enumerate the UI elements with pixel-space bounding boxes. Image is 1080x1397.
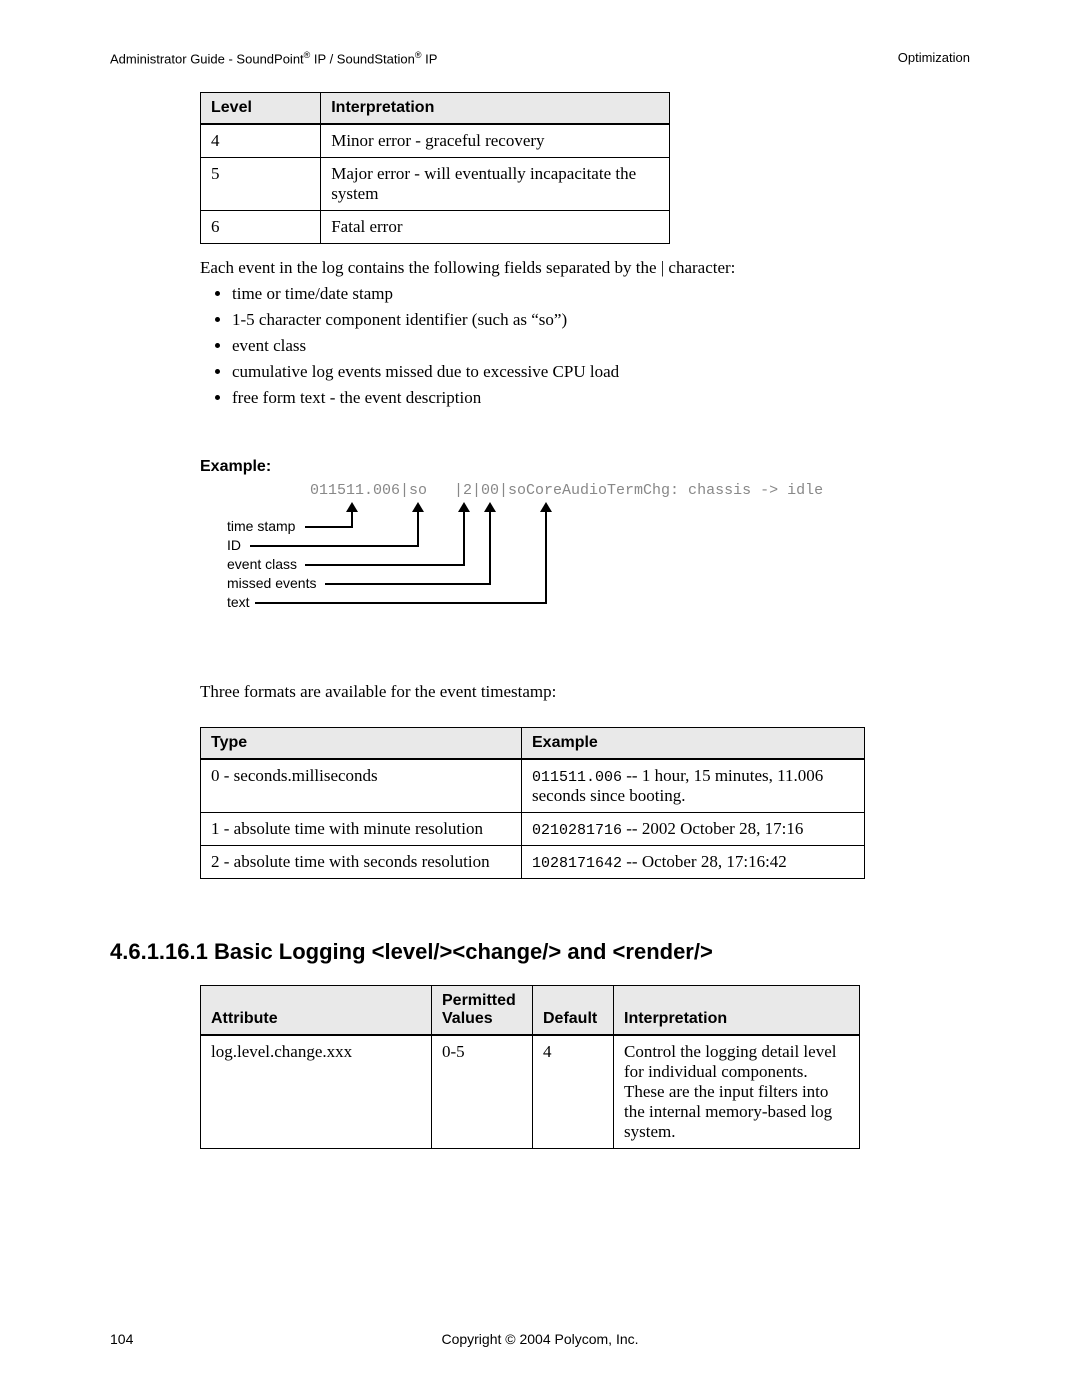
registered-mark-icon: ® — [415, 50, 422, 60]
table-row: 4 Minor error - graceful recovery — [201, 124, 670, 158]
table-header-default: Default — [533, 986, 614, 1036]
content-block-1: Level Interpretation 4 Minor error - gra… — [200, 92, 970, 408]
example-diagram: 011511.006|so |2|00|soCoreAudioTermChg: … — [200, 482, 970, 632]
table-cell: 0-5 — [432, 1035, 533, 1149]
diagram-line — [351, 512, 353, 527]
paragraph-formats: Three formats are available for the even… — [200, 682, 970, 702]
table-row: 2 - absolute time with seconds resolutio… — [201, 846, 865, 879]
arrow-up-icon — [412, 502, 424, 512]
table-cell: Minor error - graceful recovery — [321, 124, 670, 158]
list-item: time or time/date stamp — [232, 284, 970, 304]
table-row: log.level.change.xxx 0-5 4 Control the l… — [201, 1035, 860, 1149]
content-block-2: Three formats are available for the even… — [200, 682, 970, 879]
levels-table: Level Interpretation 4 Minor error - gra… — [200, 92, 670, 244]
example-block: Example: 011511.006|so |2|00|soCoreAudio… — [200, 458, 970, 632]
list-item: event class — [232, 336, 970, 356]
table-cell: 0 - seconds.milliseconds — [201, 759, 522, 813]
diagram-line — [463, 512, 465, 565]
example-code-line: 011511.006|so |2|00|soCoreAudioTermChg: … — [310, 482, 823, 499]
table-cell: 5 — [201, 158, 321, 211]
diagram-label-eventclass: event class — [227, 556, 297, 572]
table-row: 5 Major error - will eventually incapaci… — [201, 158, 670, 211]
table-row: 6 Fatal error — [201, 211, 670, 244]
list-item: free form text - the event description — [232, 388, 970, 408]
table-cell: 6 — [201, 211, 321, 244]
footer-copyright: Copyright © 2004 Polycom, Inc. — [110, 1331, 970, 1347]
code-text: 0210281716 — [532, 822, 622, 839]
attributes-table: Attribute Permitted Values Default Inter… — [200, 985, 860, 1149]
timestamp-formats-table: Type Example 0 - seconds.milliseconds 01… — [200, 727, 865, 879]
diagram-line — [417, 512, 419, 546]
page-footer: 104 Copyright © 2004 Polycom, Inc. — [110, 1331, 970, 1347]
table-header-level: Level — [201, 93, 321, 125]
code-text: 1028171642 — [532, 855, 622, 872]
diagram-label-missed: missed events — [227, 575, 316, 591]
list-item: cumulative log events missed due to exce… — [232, 362, 970, 382]
arrow-up-icon — [484, 502, 496, 512]
table-header-example: Example — [522, 728, 865, 760]
code-text: 011511.006 — [532, 769, 622, 786]
header-left-text2: IP / SoundStation — [310, 51, 415, 66]
arrow-up-icon — [346, 502, 358, 512]
table-header-interpretation: Interpretation — [614, 986, 860, 1036]
example-title: Example: — [200, 458, 970, 476]
diagram-line — [489, 512, 491, 584]
diagram-label-timestamp: time stamp — [227, 518, 295, 534]
diagram-line — [325, 583, 491, 585]
diagram-line — [250, 545, 419, 547]
diagram-line — [305, 526, 353, 528]
header-left: Administrator Guide - SoundPoint ® IP / S… — [110, 50, 437, 66]
table-row: 0 - seconds.milliseconds 011511.006 -- 1… — [201, 759, 865, 813]
table-cell: 1 - absolute time with minute resolution — [201, 813, 522, 846]
arrow-up-icon — [458, 502, 470, 512]
header-right: Optimization — [898, 50, 970, 66]
header-left-text3: IP — [422, 51, 438, 66]
table-cell: 0210281716 -- 2002 October 28, 17:16 — [522, 813, 865, 846]
table-cell: 011511.006 -- 1 hour, 15 minutes, 11.006… — [522, 759, 865, 813]
table-cell: 2 - absolute time with seconds resolutio… — [201, 846, 522, 879]
diagram-label-text: text — [227, 594, 250, 610]
table-cell: Fatal error — [321, 211, 670, 244]
list-item: 1-5 character component identifier (such… — [232, 310, 970, 330]
table-header-attribute: Attribute — [201, 986, 432, 1036]
diagram-line — [255, 602, 547, 604]
content-block-3: Attribute Permitted Values Default Inter… — [200, 985, 970, 1149]
bullet-list: time or time/date stamp 1-5 character co… — [232, 284, 970, 408]
table-cell: Control the logging detail level for ind… — [614, 1035, 860, 1149]
table-cell: 4 — [533, 1035, 614, 1149]
table-cell: Major error - will eventually incapacita… — [321, 158, 670, 211]
table-cell: 1028171642 -- October 28, 17:16:42 — [522, 846, 865, 879]
header-left-text: Administrator Guide - SoundPoint — [110, 51, 304, 66]
section-heading: 4.6.1.16.1 Basic Logging <level/><change… — [110, 939, 970, 965]
table-header-type: Type — [201, 728, 522, 760]
table-cell: 4 — [201, 124, 321, 158]
desc-text: -- October 28, 17:16:42 — [622, 852, 787, 871]
diagram-line — [545, 512, 547, 603]
intro-paragraph: Each event in the log contains the follo… — [200, 258, 970, 278]
table-cell: log.level.change.xxx — [201, 1035, 432, 1149]
desc-text: -- 2002 October 28, 17:16 — [622, 819, 803, 838]
table-row: 1 - absolute time with minute resolution… — [201, 813, 865, 846]
diagram-line — [305, 564, 465, 566]
page: Administrator Guide - SoundPoint ® IP / S… — [0, 0, 1080, 1397]
table-header-interpretation: Interpretation — [321, 93, 670, 125]
arrow-up-icon — [540, 502, 552, 512]
page-header: Administrator Guide - SoundPoint ® IP / S… — [110, 50, 970, 72]
table-header-permitted: Permitted Values — [432, 986, 533, 1036]
diagram-label-id: ID — [227, 537, 241, 553]
